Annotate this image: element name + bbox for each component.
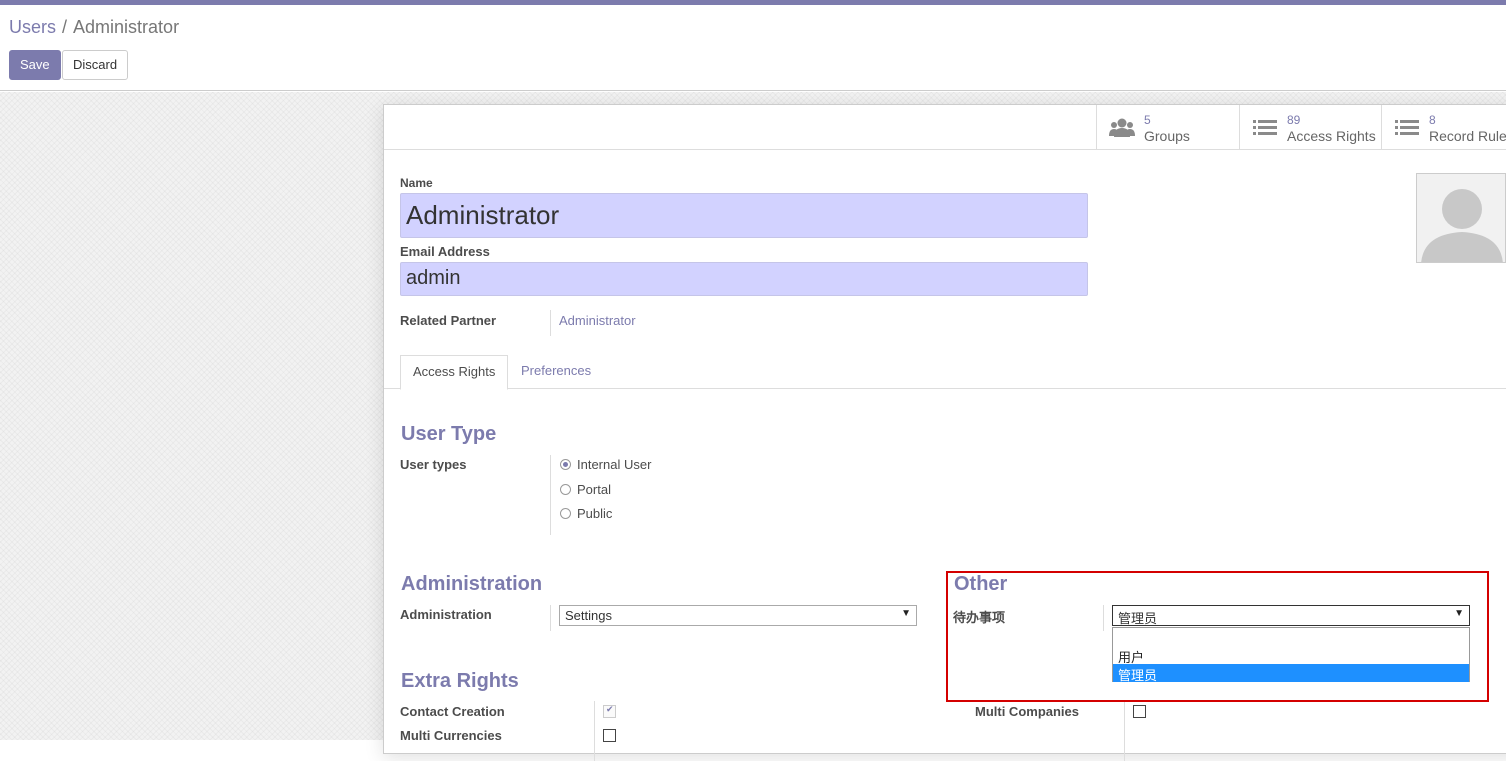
breadcrumb: Users / Administrator	[9, 17, 179, 38]
access-rights-count: 89	[1287, 113, 1301, 127]
tab-preferences[interactable]: Preferences	[509, 355, 603, 389]
breadcrumb-separator: /	[62, 17, 68, 37]
dropdown-option-user[interactable]: 用户	[1113, 646, 1469, 665]
radio-public[interactable]: Public	[560, 506, 612, 524]
radio-label: Internal User	[577, 457, 652, 472]
groups-stat-button[interactable]: 5 Groups	[1096, 105, 1239, 149]
todo-dropdown-list: 用户 管理员	[1112, 627, 1470, 683]
field-divider	[550, 310, 551, 336]
dropdown-arrow-icon: ▼	[1454, 608, 1464, 619]
name-label: Name	[400, 176, 433, 190]
field-divider	[1124, 701, 1125, 761]
multi-companies-checkbox[interactable]	[1133, 705, 1146, 718]
contact-creation-label: Contact Creation	[400, 704, 505, 719]
radio-button[interactable]	[560, 508, 571, 519]
user-placeholder-icon	[1421, 189, 1503, 262]
radio-internal-user[interactable]: Internal User	[560, 457, 651, 475]
todo-select-value: 管理员	[1118, 611, 1158, 626]
administration-select-value: Settings	[565, 608, 612, 623]
save-button[interactable]: Save	[9, 50, 61, 80]
email-label: Email Address	[400, 244, 490, 259]
multi-companies-label: Multi Companies	[975, 704, 1080, 719]
radio-label: Portal	[577, 482, 611, 497]
form-sheet: 5 Groups 89 Access Rights 8 Record Rules…	[383, 104, 1506, 761]
radio-button-selected[interactable]	[560, 459, 571, 470]
record-rules-label: Record Rules	[1429, 128, 1506, 144]
other-section-title: Other	[954, 573, 1008, 595]
list-icon	[1253, 120, 1277, 135]
access-rights-label: Access Rights	[1287, 128, 1376, 144]
control-panel: Users / Administrator Save Discard	[0, 5, 1506, 91]
dropdown-option-empty[interactable]	[1113, 628, 1469, 646]
todo-select[interactable]: 管理员 ▼	[1112, 605, 1470, 626]
record-rules-stat-button[interactable]: 8 Record Rules	[1381, 105, 1506, 149]
field-divider	[550, 605, 551, 631]
related-partner-link[interactable]: Administrator	[559, 313, 636, 328]
administration-select[interactable]: Settings ▼	[559, 605, 917, 626]
smart-button-box: 5 Groups 89 Access Rights 8 Record Rules	[384, 105, 1506, 150]
administration-label: Administration	[400, 607, 492, 622]
radio-button[interactable]	[560, 484, 571, 495]
name-input[interactable]: Administrator	[400, 193, 1088, 238]
notebook-tabs: Access Rights Preferences	[384, 355, 1506, 390]
dropdown-arrow-icon: ▼	[901, 608, 911, 619]
discard-button[interactable]: Discard	[62, 50, 129, 80]
list-icon	[1395, 120, 1419, 135]
user-type-section-title: User Type	[401, 423, 497, 445]
breadcrumb-current: Administrator	[73, 17, 180, 37]
contact-creation-checkbox[interactable]	[603, 704, 616, 718]
related-partner-label: Related Partner	[400, 313, 497, 328]
multi-currencies-label: Multi Currencies	[400, 728, 502, 743]
avatar[interactable]	[1416, 173, 1506, 263]
administration-section-title: Administration	[401, 573, 543, 595]
tab-access-rights[interactable]: Access Rights	[400, 355, 509, 390]
record-rules-count: 8	[1429, 113, 1436, 127]
groups-count: 5	[1144, 113, 1151, 127]
access-rights-stat-button[interactable]: 89 Access Rights	[1239, 105, 1381, 149]
field-divider	[550, 455, 551, 535]
breadcrumb-users-link[interactable]: Users	[9, 17, 56, 37]
multi-currencies-checkbox[interactable]	[603, 729, 616, 742]
radio-label: Public	[577, 506, 613, 521]
todo-label: 待办事项	[953, 610, 1006, 625]
radio-portal[interactable]: Portal	[560, 482, 611, 500]
extra-rights-section-title: Extra Rights	[401, 670, 519, 692]
field-divider	[1103, 605, 1104, 631]
groups-label: Groups	[1144, 128, 1190, 144]
email-input[interactable]: admin	[400, 262, 1088, 296]
users-icon	[1109, 118, 1135, 137]
dropdown-option-admin[interactable]: 管理员	[1113, 664, 1469, 683]
user-types-label: User types	[400, 457, 467, 472]
field-divider	[594, 701, 595, 761]
